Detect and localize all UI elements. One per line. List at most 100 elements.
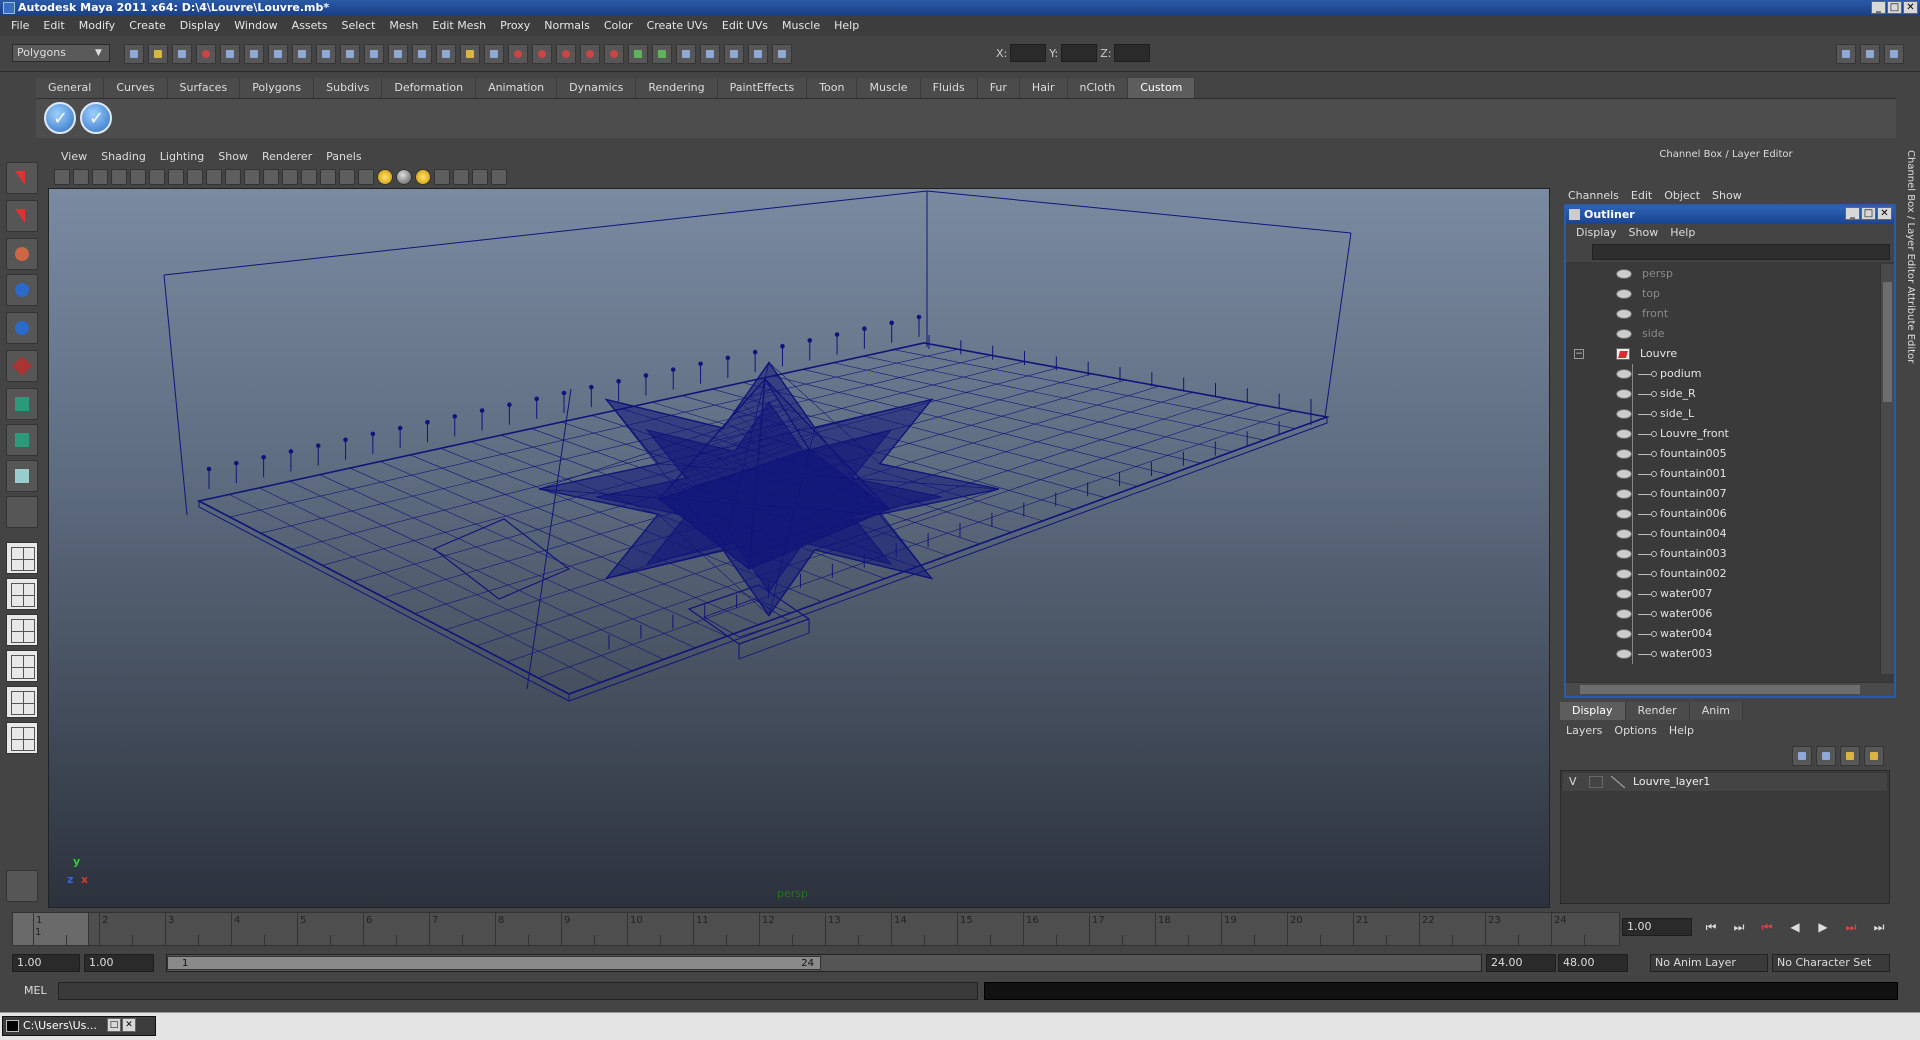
channel-box-toggle-icon[interactable] [1884, 44, 1904, 64]
taskbar-restore-button[interactable]: □ [107, 1018, 121, 1032]
side-tabs[interactable]: Channel Box / Layer Editor Attribute Edi… [1898, 150, 1916, 490]
viewport-menu-show[interactable]: Show [211, 148, 255, 166]
create-layer-icon[interactable] [1840, 746, 1860, 766]
menu-window[interactable]: Window [227, 16, 284, 36]
script-language-toggle[interactable]: MEL [10, 983, 54, 999]
safe-title-icon[interactable] [282, 169, 298, 185]
scrollbar-thumb[interactable] [1580, 685, 1860, 694]
layer-playback-toggle[interactable] [1589, 776, 1603, 788]
joint-icon[interactable] [532, 44, 552, 64]
shelf-tab-custom[interactable]: Custom [1128, 78, 1196, 98]
hypershade-layout-icon[interactable] [6, 686, 38, 718]
render-current-icon[interactable] [652, 44, 672, 64]
textured-icon[interactable] [358, 169, 374, 185]
go-to-end-button[interactable]: ⏭ [1868, 918, 1890, 936]
outliner-item-podium[interactable]: podium [1566, 364, 1878, 384]
outliner-item-fountain004[interactable]: fountain004 [1566, 524, 1878, 544]
persp-graph-layout-icon[interactable] [6, 650, 38, 682]
single-perspective-layout-icon[interactable] [6, 542, 38, 574]
channel-box-menu-show[interactable]: Show [1706, 188, 1748, 204]
close-button[interactable]: ✕ [1903, 1, 1918, 14]
help-icon[interactable] [436, 44, 456, 64]
y-field[interactable] [1061, 44, 1098, 62]
lock-icon[interactable] [460, 44, 480, 64]
channel-box-menu-edit[interactable]: Edit [1625, 188, 1658, 204]
resolution-gate-icon[interactable] [206, 169, 222, 185]
menu-create[interactable]: Create [122, 16, 173, 36]
layer-tab-anim[interactable]: Anim [1689, 702, 1743, 720]
shelf-tab-curves[interactable]: Curves [104, 78, 168, 98]
wireframe-icon[interactable] [301, 169, 317, 185]
high-quality-icon[interactable] [415, 169, 431, 185]
channel-box-menu-object[interactable]: Object [1658, 188, 1706, 204]
hand-icon[interactable] [6, 870, 38, 902]
time-slider[interactable]: 1 1 2 3 4 5 6 7 8 9 10 11 12 13 14 15 16 17 18 19 20 21 22 23 2… [12, 912, 1620, 946]
snap-view-plane-icon[interactable] [364, 44, 384, 64]
2d-pan-zoom-icon[interactable] [130, 169, 146, 185]
viewport-menu-shading[interactable]: Shading [94, 148, 153, 166]
menu-edit-mesh[interactable]: Edit Mesh [425, 16, 493, 36]
viewport-menu-view[interactable]: View [54, 148, 94, 166]
snap-curve-icon[interactable] [316, 44, 336, 64]
anim-layer-dropdown[interactable]: No Anim Layer [1650, 954, 1768, 972]
bookmarks-icon[interactable] [92, 169, 108, 185]
scrollbar-thumb[interactable] [1883, 282, 1892, 402]
step-forward-frame-button[interactable]: ⏭ [1840, 918, 1862, 936]
outliner-item-fountain006[interactable]: fountain006 [1566, 504, 1878, 524]
menu-proxy[interactable]: Proxy [493, 16, 537, 36]
select-camera-icon[interactable] [54, 169, 70, 185]
image-plane-icon[interactable] [111, 169, 127, 185]
persp-outliner-layout-icon[interactable] [6, 614, 38, 646]
wireframe-on-shaded-icon[interactable] [339, 169, 355, 185]
channel-box-menu-channels[interactable]: Channels [1562, 188, 1625, 204]
menu-color[interactable]: Color [597, 16, 640, 36]
menu-edit[interactable]: Edit [36, 16, 71, 36]
deformer-icon[interactable] [604, 44, 624, 64]
show-manipulator-tool-icon[interactable] [6, 460, 38, 492]
outliner-item-water004[interactable]: water004 [1566, 624, 1878, 644]
snap-point-icon[interactable] [340, 44, 360, 64]
xray-active-icon[interactable] [491, 169, 507, 185]
persp-graph-hypergraph-layout-icon[interactable] [6, 722, 38, 754]
attribute-editor-toggle-icon[interactable] [1836, 44, 1856, 64]
outliner-minimize-button[interactable]: _ [1845, 207, 1860, 220]
taskbar-item-console[interactable]: C:\Users\Us... □ ✕ [2, 1016, 156, 1036]
outliner-filter-input[interactable] [1592, 244, 1890, 260]
shelf-tab-hair[interactable]: Hair [1019, 78, 1068, 98]
shelf-tab-fur[interactable]: Fur [977, 78, 1020, 98]
surface-icon[interactable] [580, 44, 600, 64]
outliner-item-top[interactable]: top [1566, 284, 1878, 304]
character-set-dropdown[interactable]: No Character Set [1772, 954, 1890, 972]
tool-settings-toggle-icon[interactable] [1860, 44, 1880, 64]
menu-display[interactable]: Display [173, 16, 228, 36]
current-frame-field[interactable]: 1.00 [1622, 918, 1692, 936]
shelf-tab-rendering[interactable]: Rendering [636, 78, 718, 98]
shelf-tab-polygons[interactable]: Polygons [240, 78, 315, 98]
shelf-tab-muscle[interactable]: Muscle [857, 78, 921, 98]
gate-mask-icon[interactable] [225, 169, 241, 185]
menu-set-dropdown[interactable]: Polygons ▼ [12, 44, 110, 62]
outliner-item-louvre-front[interactable]: Louvre_front [1566, 424, 1878, 444]
outliner-menu-show[interactable]: Show [1623, 224, 1665, 242]
step-back-frame-button[interactable]: ⏮ [1756, 918, 1778, 936]
isolate-select-icon[interactable] [453, 169, 469, 185]
playback-start-field[interactable]: 1.00 [84, 954, 154, 972]
use-all-lights-icon[interactable] [377, 169, 393, 185]
menu-modify[interactable]: Modify [72, 16, 122, 36]
x-field[interactable] [1010, 44, 1047, 62]
camera-attributes-icon[interactable] [73, 169, 89, 185]
start-time-field[interactable]: 1.00 [12, 954, 80, 972]
new-scene-icon[interactable] [124, 44, 144, 64]
outliner-item-side-r[interactable]: side_R [1566, 384, 1878, 404]
move-layer-down-icon[interactable] [1816, 746, 1836, 766]
layer-row-louvre-layer1[interactable]: V Louvre_layer1 [1563, 773, 1887, 791]
outliner-item-side-l[interactable]: side_L [1566, 404, 1878, 424]
layer-visibility-toggle[interactable]: V [1569, 773, 1577, 791]
input-output-icon[interactable] [748, 44, 768, 64]
range-slider-thumb[interactable]: 1 24 [167, 956, 821, 970]
outliner-item-fountain002[interactable]: fountain002 [1566, 564, 1878, 584]
rotate-tool-icon[interactable] [6, 312, 38, 344]
outliner-item-water003[interactable]: water003 [1566, 644, 1878, 664]
shelf-tab-toon[interactable]: Toon [807, 78, 858, 98]
viewport-menu-renderer[interactable]: Renderer [255, 148, 319, 166]
